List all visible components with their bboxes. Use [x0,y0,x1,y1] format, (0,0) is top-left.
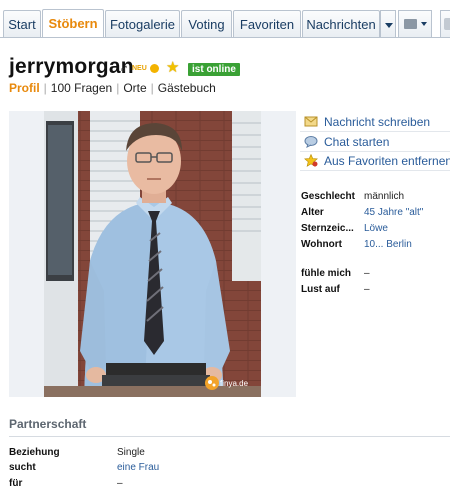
messages-menu-button[interactable] [398,10,432,38]
detail-label-wohnort: Wohnort [301,239,342,250]
chevron-down-icon [385,23,393,28]
divider [300,151,450,152]
online-status-badge: ist online [188,63,240,76]
tab-nachrichten[interactable]: Nachrichten [302,10,380,38]
subnav-separator: | [116,81,120,95]
detail-value-geschlecht: männlich [364,191,405,202]
detail-label-alter: Alter [301,207,324,218]
more-icon [444,18,450,30]
subnav-gaestebuch[interactable]: Gästebuch [158,81,216,95]
envelope-icon [304,116,318,127]
detail-label-geschlecht: Geschlecht [301,191,355,202]
chevron-down-icon [421,22,427,26]
partner-value-beziehung: Single [117,447,145,458]
remove-favorite-label: Aus Favoriten entfernen [324,154,450,168]
watermark-text: finya.de [220,379,249,388]
detail-value-alter[interactable]: 45 Jahre "alt" [364,207,423,218]
profile-subnav: Profil | 100 Fragen | Orte | Gästebuch [9,81,216,95]
message-icon [404,19,417,29]
male-gender-icon: ♂ [119,61,129,76]
subnav-separator: | [43,81,47,95]
subnav-orte[interactable]: Orte [123,81,146,95]
detail-label-lust-auf: Lust auf [301,284,340,295]
tab-underline [0,37,450,38]
detail-value-fuehle-mich: – [364,268,370,279]
section-divider [9,436,450,437]
divider [300,170,450,171]
chat-bubble-icon [304,136,318,148]
new-badge: NEU [132,65,147,72]
detail-label-fuehle-mich: fühle mich [301,268,352,279]
partner-label-fuer: für [9,478,23,489]
detail-value-lust-auf: – [364,284,370,295]
partner-value-fuer: – [117,478,123,489]
profile-photo-illustration [44,111,261,397]
nachrichten-dropdown-button[interactable] [380,10,396,38]
divider [300,131,450,132]
section-title-partnerschaft: Partnerschaft [9,417,87,431]
detail-value-sternzeichen[interactable]: Löwe [364,223,388,234]
start-chat-label: Chat starten [324,135,390,149]
tab-stoebern[interactable]: Stöbern [42,9,104,38]
send-message-label: Nachricht schreiben [324,115,431,129]
partner-label-beziehung: Beziehung [9,447,60,458]
finya-watermark-logo: finya.de [204,372,254,392]
partner-label-sucht: sucht [9,462,36,473]
tab-voting[interactable]: Voting [181,10,232,38]
new-badge-icon [150,64,159,73]
tab-fotogalerie[interactable]: Fotogalerie [105,10,180,38]
profile-username: jerrymorgan [9,55,134,78]
detail-value-wohnort[interactable]: 10... Berlin [364,239,412,250]
subnav-separator: | [150,81,154,95]
more-tab-button[interactable] [440,10,450,38]
star-remove-icon [304,154,318,167]
tab-favoriten[interactable]: Favoriten [233,10,301,38]
detail-label-sternzeichen: Sternzeic... [301,223,354,234]
subnav-100-fragen[interactable]: 100 Fragen [51,81,112,95]
favorite-star-icon[interactable]: ★ [166,58,179,76]
main-tab-bar: Start Stöbern Fotogalerie Voting Favorit… [0,0,450,38]
profile-photo[interactable] [44,111,261,397]
subnav-profil[interactable]: Profil [9,81,40,95]
partner-value-sucht[interactable]: eine Frau [117,462,159,473]
tab-start[interactable]: Start [3,10,41,38]
